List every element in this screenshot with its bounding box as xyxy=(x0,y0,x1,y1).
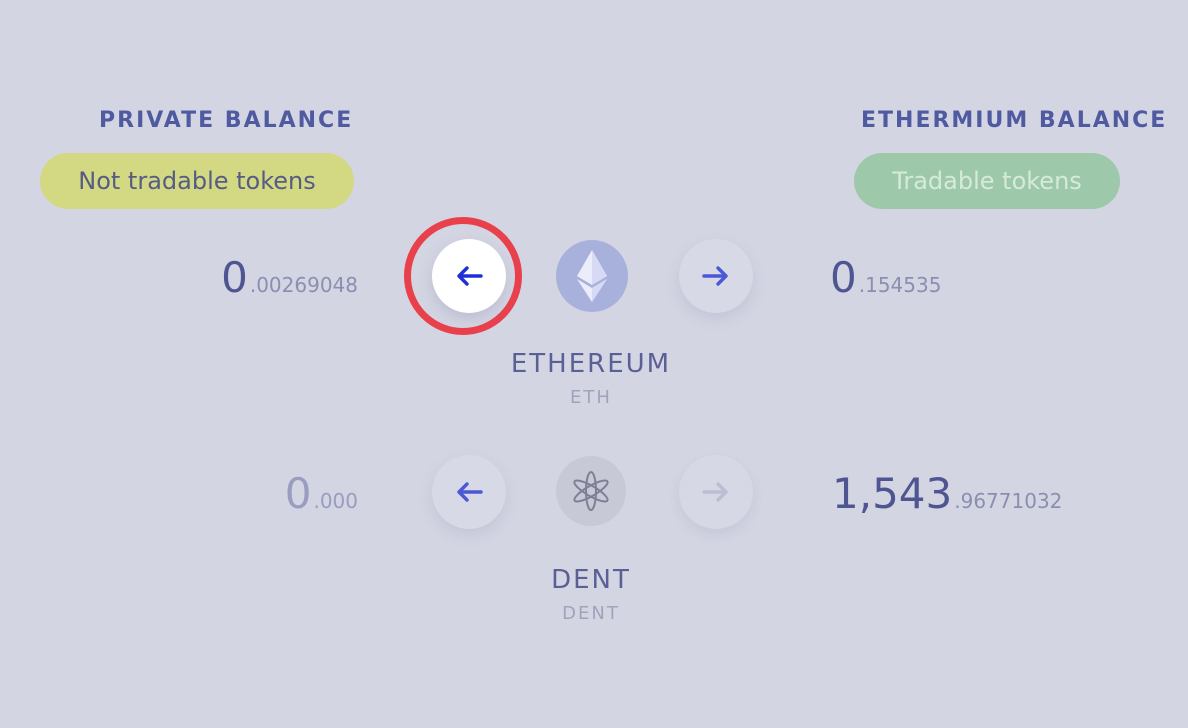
arrow-left-icon xyxy=(457,266,483,286)
dent-move-to-ethermium-button[interactable] xyxy=(679,455,753,529)
dent-move-to-private-button[interactable] xyxy=(432,455,506,529)
eth-private-balance: 0 .00269048 xyxy=(221,253,358,302)
dent-private-balance-integer: 0 xyxy=(284,469,312,518)
ethereum-icon xyxy=(556,240,628,312)
token-name-dent: DENT xyxy=(551,565,631,595)
dent-ethermium-balance-integer: 1,543 xyxy=(832,469,953,518)
arrow-right-icon xyxy=(702,266,728,286)
not-tradable-tokens-label: Not tradable tokens xyxy=(78,167,316,195)
dent-private-balance: 0 .000 xyxy=(285,469,358,518)
token-symbol-eth: ETH xyxy=(570,387,612,408)
tradable-tokens-badge: Tradable tokens xyxy=(854,153,1120,209)
not-tradable-tokens-badge: Not tradable tokens xyxy=(40,153,354,209)
token-name-ethereum: ETHEREUM xyxy=(510,349,672,379)
ethereum-logo xyxy=(577,250,607,302)
arrow-right-icon xyxy=(702,482,728,502)
token-symbol-dent: DENT xyxy=(562,603,620,624)
dent-ethermium-balance: 1,543 .96771032 xyxy=(832,469,1062,518)
arrow-left-icon xyxy=(457,482,483,502)
dent-logo xyxy=(573,471,609,511)
eth-private-balance-decimals: .00269048 xyxy=(249,273,358,297)
dent-private-balance-decimals: .000 xyxy=(313,489,358,513)
tradable-tokens-label: Tradable tokens xyxy=(892,167,1082,195)
eth-ethermium-balance-decimals: .154535 xyxy=(858,273,942,297)
eth-ethermium-balance-integer: 0 xyxy=(830,253,857,302)
dent-icon xyxy=(556,456,626,526)
eth-ethermium-balance: 0 .154535 xyxy=(830,253,941,302)
ethermium-balance-heading: ETHERMIUM BALANCE xyxy=(861,108,1168,133)
eth-move-to-ethermium-button[interactable] xyxy=(679,239,753,313)
eth-move-to-private-button[interactable] xyxy=(432,239,506,313)
eth-private-balance-integer: 0 xyxy=(221,253,248,302)
dent-ethermium-balance-decimals: .96771032 xyxy=(954,489,1063,513)
private-balance-heading: PRIVATE BALANCE xyxy=(99,108,354,133)
